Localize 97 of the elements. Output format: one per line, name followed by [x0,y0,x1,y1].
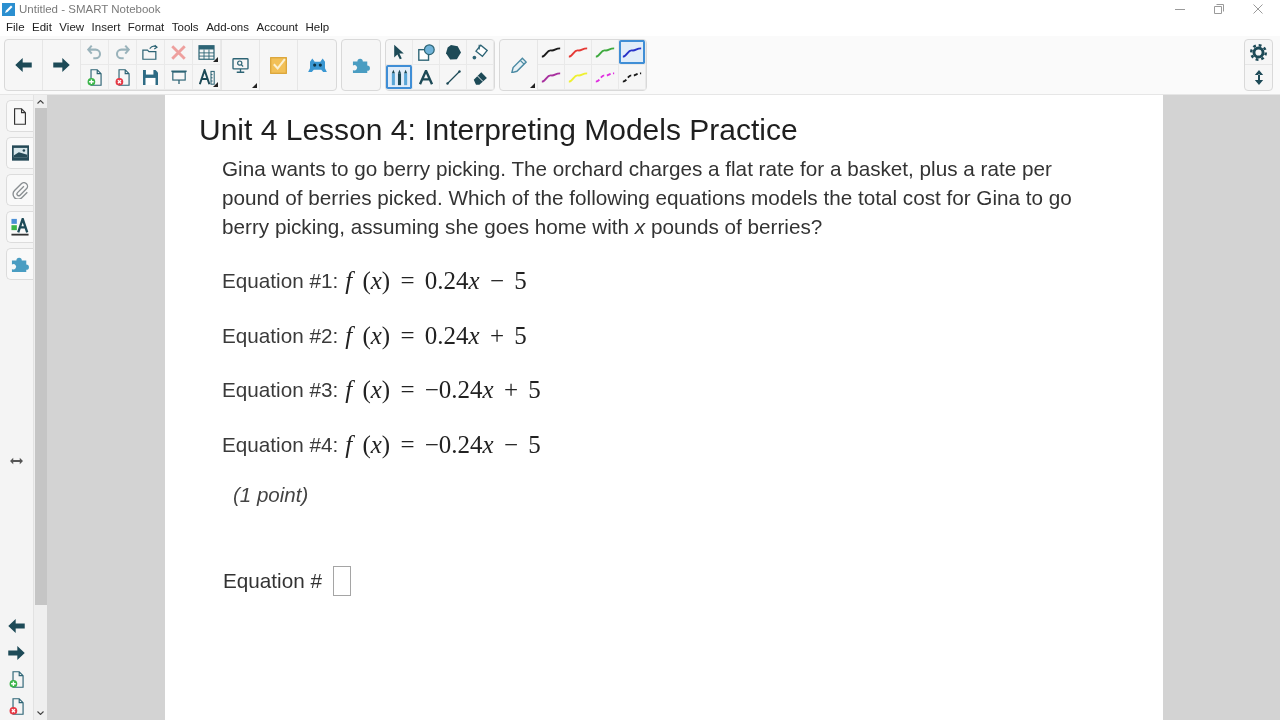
screen-shade-button[interactable] [165,65,193,90]
pen-color-button[interactable] [565,40,592,65]
check-square-icon [270,56,287,74]
page-plus-icon [87,68,102,86]
equation-label: Equation #2: [222,323,339,348]
restore-icon [1213,4,1224,14]
left-arrow-icon [15,58,32,72]
letter-a-icon [419,69,433,85]
right-arrow-icon [8,645,25,660]
puzzle-icon [11,255,29,273]
delete-page-button[interactable] [109,65,137,90]
menu-item[interactable]: Account [256,21,299,33]
equation-label: Equation #3: [222,378,339,402]
eraser-icon [472,69,488,85]
equation-formula: f (x) = −0.24x − 5 [345,430,541,459]
pen-color-button[interactable] [538,65,565,90]
properties-tab[interactable] [6,211,33,243]
right-arrow-icon [53,58,70,72]
minimize-icon [1174,8,1185,10]
menu-item[interactable]: Add-ons [206,21,249,33]
close-icon [1252,4,1263,14]
menu-item[interactable]: Insert [91,21,121,33]
color-bars-letter-icon [11,218,29,236]
cross-icon [171,44,186,60]
undo-icon [87,44,102,60]
scrollbar[interactable] [34,95,47,720]
redo-icon [115,44,130,60]
equation-formula: f (x) = 0.24x − 5 [345,267,527,295]
dropdown-corner-icon [213,82,218,87]
paperclip-icon [11,181,29,199]
eraser-tool-button[interactable] [467,65,494,90]
pen-color-button[interactable] [619,65,646,90]
gallery-tab[interactable] [6,137,33,169]
polygon-tool-button[interactable] [440,40,467,65]
window-title: Untitled - SMART Notebook [19,3,161,15]
dropdown-corner-icon [252,83,257,88]
pen-color-button[interactable] [565,65,592,90]
fill-tool-button[interactable] [467,40,494,65]
sidebar-resize-handle[interactable] [10,457,23,465]
monitor-magnifier-icon [232,57,249,73]
table-button[interactable] [193,40,221,65]
letter-ruler-icon [198,69,215,85]
settings-icon [1250,43,1267,61]
pens-tool-button[interactable] [386,65,413,90]
creature-icon [307,57,327,73]
page-sorter-tab[interactable] [6,100,33,132]
scrollbar-thumb[interactable] [34,108,47,605]
puzzle-icon [352,56,370,74]
points-text: (1 point) [233,482,309,507]
pen-color-button[interactable] [619,40,646,65]
page-title: Unit 4 Lesson 4: Interpreting Models Practice [199,113,798,147]
pointer-icon [393,44,405,60]
pencil-icon [510,57,527,73]
hexagon-icon [445,44,461,60]
text-tool-button[interactable] [413,65,440,90]
page-cross-icon [9,698,24,715]
menu-item[interactable]: Help [305,21,330,33]
add-ons-button[interactable] [341,39,381,91]
line-tool-button[interactable] [440,65,467,90]
question-text: Gina wants to go berry picking. The orchard charges a flat rate for a basket, plus a rate per pound of berries picked. Which of the following equations models the total cost for Gina to go berry picking, assuming she goes home with x pounds of berries? [222,156,1073,240]
pen-color-button[interactable] [538,40,565,65]
dropdown-corner-icon [213,57,218,62]
properties-button[interactable] [193,65,221,90]
equation-label: Equation #1: [222,269,339,293]
attachments-tab[interactable] [6,174,33,206]
shapes-icon [417,43,435,61]
up-down-arrows-icon [1253,70,1264,85]
paint-bucket-icon [472,44,488,60]
open-button[interactable] [137,40,165,65]
page-plus-icon [9,671,24,688]
pens-icon [390,68,408,86]
image-icon [11,145,29,161]
equation-label: Equation #4: [222,432,339,457]
pen-color-button[interactable] [592,65,619,90]
folder-arrow-icon [142,44,159,60]
page-icon [13,107,27,125]
left-right-arrows-icon [10,457,23,465]
table-icon [198,44,215,60]
menu-item[interactable]: Format [127,21,165,33]
line-icon [445,69,461,85]
save-button[interactable] [137,65,165,90]
caret-up-icon [37,100,44,104]
page-cross-icon [115,68,130,86]
add-page-button[interactable] [81,65,109,90]
add-ons-tab[interactable] [6,248,33,280]
left-arrow-icon [8,618,25,633]
menu-item[interactable]: File [6,21,25,33]
menu-item[interactable]: Tools [171,21,199,33]
menu-item[interactable]: Edit [32,21,52,33]
projector-screen-icon [170,69,187,85]
shapes-tool-button[interactable] [413,40,440,65]
equation-formula: f (x) = 0.24x + 5 [345,321,527,350]
caret-down-icon [37,711,44,715]
answer-label: Equation # [223,568,322,593]
menu-item[interactable]: View [59,21,85,33]
dropdown-corner-icon [530,83,535,88]
equation-formula: f (x) = −0.24x + 5 [345,376,541,404]
